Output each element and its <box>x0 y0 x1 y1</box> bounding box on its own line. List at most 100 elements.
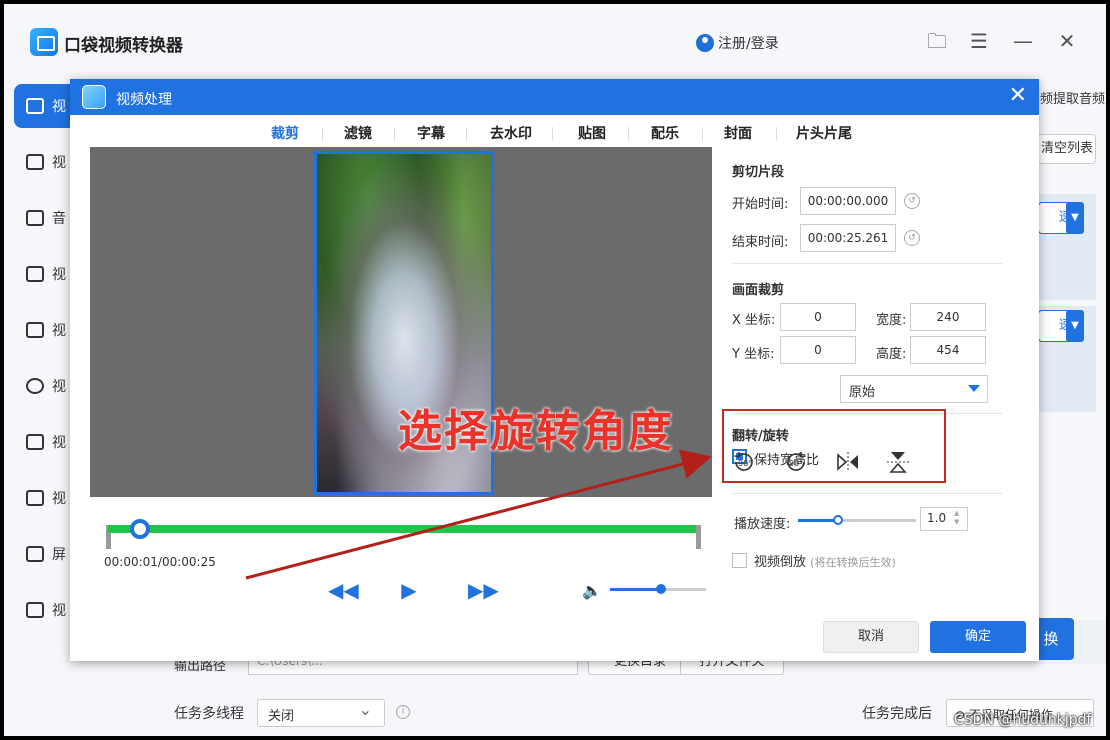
sidebar-item-label: 视 <box>52 603 66 619</box>
tab-music[interactable]: 配乐 <box>651 123 679 143</box>
reverse-label-text: 视频倒放 <box>754 555 807 570</box>
timeline-end-marker[interactable] <box>696 525 701 549</box>
tab-separator <box>628 127 629 141</box>
end-time-input[interactable]: 00:00:25.261 <box>800 224 896 252</box>
confirm-button[interactable]: 确定 <box>930 621 1026 653</box>
speed-dropdown-icon[interactable]: ▼ <box>1066 310 1084 342</box>
divider <box>732 263 1002 264</box>
reset-time-icon[interactable]: ↺ <box>904 193 920 209</box>
speed-stepper-icon[interactable]: ▲ ▼ <box>954 509 959 527</box>
multithread-select[interactable]: 关闭 <box>257 699 385 727</box>
timeline-track[interactable] <box>108 525 700 533</box>
tab-crop[interactable]: 裁剪 <box>271 123 299 143</box>
volume-knob[interactable] <box>656 584 666 594</box>
tab-separator <box>394 127 395 141</box>
reverse-hint: (将在转换后生效) <box>810 556 896 569</box>
x-input[interactable]: 0 <box>780 303 856 331</box>
dialog-logo-icon <box>82 85 106 109</box>
video-process-dialog: 视频处理 ✕ 裁剪 滤镜 字幕 去水印 贴图 配乐 封面 片头片尾 选择旋转角度… <box>70 79 1039 661</box>
dialog-tabs: 裁剪 滤镜 字幕 去水印 贴图 配乐 封面 片头片尾 <box>70 119 1039 147</box>
speed-input[interactable]: 1.0 <box>920 507 968 531</box>
reset-time-icon[interactable]: ↺ <box>904 230 920 246</box>
app-header: 口袋视频转换器 注册/登录 🗀 ☰ — ✕ <box>4 4 1106 80</box>
annotation-text: 选择旋转角度 <box>398 406 674 457</box>
app-window: 口袋视频转换器 注册/登录 🗀 ☰ — ✕ 视 视 音 视 视 视 视 视 屏 … <box>4 4 1106 736</box>
height-label: 高度: <box>876 347 907 362</box>
sidebar-item-label: 视 <box>52 155 66 171</box>
tab-cover[interactable]: 封面 <box>724 123 752 143</box>
play-file-icon <box>26 266 44 282</box>
sidebar-item-label: 视 <box>52 491 66 507</box>
tab-filter[interactable]: 滤镜 <box>344 123 372 143</box>
play-icon[interactable]: ▶ <box>398 579 420 601</box>
crop-handle[interactable] <box>317 485 324 492</box>
crop-handle[interactable] <box>484 485 491 492</box>
y-label: Y 坐标: <box>732 347 775 362</box>
tab-remove-watermark[interactable]: 去水印 <box>490 123 532 143</box>
crop-settings-panel: 剪切片段 开始时间: 00:00:00.000 ↺ 结束时间: 00:00:25… <box>718 147 1028 607</box>
sidebar-item-label: 视 <box>52 435 66 451</box>
height-input[interactable]: 454 <box>910 336 986 364</box>
minimize-icon[interactable]: — <box>1010 28 1036 54</box>
folder-icon[interactable]: 🗀 <box>924 28 950 54</box>
crop-handle[interactable] <box>317 154 324 161</box>
start-time-label: 开始时间: <box>732 197 789 212</box>
tab-separator <box>466 127 467 141</box>
login-button[interactable]: 注册/登录 <box>696 33 779 53</box>
sidebar-item-label: 屏 <box>52 547 66 563</box>
tab-subtitle[interactable]: 字幕 <box>417 123 445 143</box>
y-input[interactable]: 0 <box>780 336 856 364</box>
speed-label: 播放速度: <box>734 517 791 532</box>
tab-separator <box>702 127 703 141</box>
fast-forward-icon[interactable]: ▶▶ <box>468 579 499 601</box>
dialog-close-icon[interactable]: ✕ <box>1009 83 1027 109</box>
reverse-label: 视频倒放 (将在转换后生效) <box>754 551 896 570</box>
cancel-button[interactable]: 取消 <box>823 621 919 653</box>
film-icon <box>26 322 44 338</box>
user-icon <box>696 34 714 52</box>
watermark: CSDN @hudunkjpdf <box>954 712 1092 728</box>
close-window-icon[interactable]: ✕ <box>1054 28 1080 54</box>
camera-icon <box>26 546 44 562</box>
menu-icon[interactable]: ☰ <box>966 28 992 54</box>
tab-intro-outro[interactable]: 片头片尾 <box>796 123 852 143</box>
time-display: 00:00:01/00:00:25 <box>104 555 216 569</box>
tab-sticker[interactable]: 贴图 <box>578 123 606 143</box>
record-icon <box>26 602 44 618</box>
crop-section-title: 画面裁剪 <box>732 283 785 298</box>
speed-dropdown-icon[interactable]: ▼ <box>1066 202 1084 234</box>
audio-icon <box>26 210 44 226</box>
sidebar-item-label: 视 <box>52 379 66 395</box>
speed-fill <box>798 519 838 522</box>
start-time-input[interactable]: 00:00:00.000 <box>800 187 896 215</box>
crop-handle[interactable] <box>484 154 491 161</box>
reverse-checkbox[interactable] <box>732 553 747 568</box>
end-time-label: 结束时间: <box>732 235 789 250</box>
volume-icon[interactable]: 🔈 <box>582 581 602 600</box>
image-icon <box>26 490 44 506</box>
on-complete-label: 任务完成后 <box>862 706 932 722</box>
tab-separator <box>552 127 553 141</box>
dialog-titlebar: 视频处理 ✕ <box>70 79 1039 115</box>
ratio-select[interactable]: 原始 <box>840 375 988 403</box>
rotate-highlight-box <box>722 409 946 483</box>
tab-separator <box>322 127 323 141</box>
info-icon[interactable]: i <box>396 705 410 719</box>
cut-section-title: 剪切片段 <box>732 165 785 180</box>
app-title: 口袋视频转换器 <box>64 36 183 56</box>
sidebar-item-label: 视 <box>52 267 66 283</box>
divider <box>732 493 1002 494</box>
extract-audio-link[interactable]: 频提取音频 <box>1040 88 1105 107</box>
app-logo-icon <box>30 28 58 56</box>
timeline-playhead[interactable] <box>130 519 150 539</box>
width-input[interactable]: 240 <box>910 303 986 331</box>
multithread-label: 任务多线程 <box>174 706 244 722</box>
video-edit-icon <box>26 434 44 450</box>
rewind-icon[interactable]: ◀◀ <box>328 579 359 601</box>
chevron-down-icon[interactable] <box>968 385 980 392</box>
x-label: X 坐标: <box>732 313 776 328</box>
video-icon <box>26 98 44 114</box>
speed-knob[interactable] <box>833 515 843 525</box>
clear-list-button[interactable]: 清空列表 <box>1038 134 1096 164</box>
login-label: 注册/登录 <box>718 36 779 52</box>
